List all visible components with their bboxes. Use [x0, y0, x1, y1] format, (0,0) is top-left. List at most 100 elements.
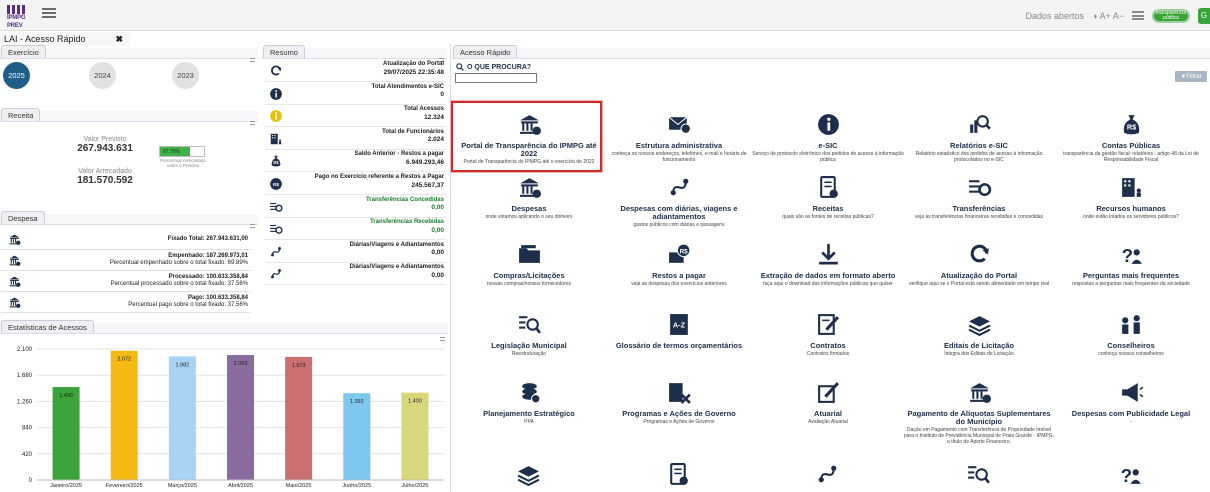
quick-access-card[interactable]: Compras/Licitações nossas compras/nossos … [453, 242, 605, 287]
dados-abertos-link[interactable]: Dados abertos [1025, 11, 1084, 21]
resumo-row: Atualização do Portal 29/07/2025 22:35:48 [265, 59, 446, 82]
quick-access-card[interactable]: Programas e Ações de Governo Programas e … [603, 380, 755, 425]
calc-icon [817, 382, 839, 403]
partial-card-icon[interactable] [666, 462, 691, 492]
quick-access-card[interactable]: Transferências veja as transferências fin… [903, 175, 1055, 220]
search-input[interactable] [455, 73, 537, 83]
partial-card-icon[interactable] [815, 462, 840, 492]
resumo-value: 6.949.293,46 [406, 158, 444, 166]
partial-card-icon[interactable] [516, 462, 541, 492]
despesa-row: Pago: 100.633.358,84 Percentual pago sobr… [1, 292, 251, 313]
card-subtitle: nossas compras/nossos fornecedores [486, 281, 572, 287]
card-subtitle: Relatório estatístico dos pedidos de ace… [915, 151, 1043, 163]
panel-menu-icon[interactable] [440, 337, 445, 341]
quick-access-card[interactable]: Legislação Municipal Reestruturação [453, 312, 605, 357]
resumo-value: 0,00 [431, 226, 444, 234]
card-title: Pagamento de Alíquotas Suplementares do … [907, 409, 1051, 426]
bar-value-label: 2.003 [234, 361, 248, 367]
panel-menu-icon[interactable] [250, 224, 255, 228]
route-icon [670, 178, 688, 196]
card-title: Glossário de termos orçamentários [615, 341, 743, 350]
panel-menu-icon[interactable] [250, 121, 255, 125]
card-title: Extração de dados em formato aberto [760, 271, 896, 280]
mail-icon [668, 116, 691, 134]
search-list-icon [518, 316, 541, 334]
bank-icon [519, 178, 541, 198]
quick-access-card[interactable]: Pagamento de Alíquotas Suplementares do … [903, 380, 1055, 445]
doc-icon [819, 176, 838, 198]
quick-access-card[interactable]: Despesas onde estamos aplicando o seu din… [453, 175, 605, 220]
resumo-value: 0,00 [431, 249, 444, 257]
quick-access-card[interactable]: A-Z Glossário de termos orçamentários [603, 312, 755, 351]
x-tick-label: Julho/2025 [401, 483, 428, 489]
quick-access-card[interactable]: Editais de Licitação Íntegra dos Editais … [903, 312, 1055, 357]
despesa-row-text: Empenhado: 187.269.973,01 Percentual empe… [109, 253, 248, 266]
quick-access-card[interactable]: Despesas com diárias, viagens e adiantam… [603, 175, 755, 228]
partial-card-icon[interactable]: ? [1118, 462, 1143, 492]
badge-partial[interactable]: G [1198, 7, 1210, 24]
coins-icon [521, 383, 540, 404]
filter-button[interactable]: ▼Filtrar [1175, 71, 1207, 82]
partial-card-icon[interactable] [966, 462, 991, 492]
card-subtitle: quais são as fontes de receitas públicas… [782, 214, 874, 220]
card-subtitle: transparência da gestão fiscal: relatóri… [1063, 151, 1199, 163]
year-2024-button[interactable]: 2024 [89, 62, 116, 89]
transparency-badge[interactable]: transparência pública [1152, 8, 1190, 23]
card-subtitle: respostas a perguntas mais frequentes da… [1072, 281, 1190, 287]
menu-icon[interactable] [42, 8, 56, 18]
logo[interactable]: IPMPG PREV [7, 5, 29, 29]
people-icon [1121, 315, 1140, 334]
resumo-value: 245.567,37 [411, 181, 444, 189]
menu-lines-icon[interactable] [1132, 11, 1144, 20]
acesso-rapido-tab[interactable]: Acesso Rápido [453, 45, 518, 58]
quick-access-card[interactable]: Relatórios e-SIC Relatório estatístico do… [903, 112, 1055, 163]
valor-arrecadado-label: Valor Arrecadado [78, 168, 132, 175]
despesa-tab[interactable]: Despesa [1, 211, 45, 224]
resumo-tab[interactable]: Resumo [263, 45, 305, 58]
card-title: e-SIC [818, 141, 838, 150]
despesa-row: Processado: 100.633.358,84 Percentual pro… [1, 271, 251, 292]
card-subtitle: Reestruturação [511, 351, 547, 357]
card-subtitle: PPA [524, 419, 534, 425]
card-subtitle: faça aqui o download das informações púb… [763, 281, 893, 287]
money-icon: R$ [668, 243, 690, 263]
quick-access-card[interactable]: Estrutura administrativa conheça os nosso… [603, 112, 755, 163]
quick-access-card[interactable]: Planejamento Estratégico PPA [453, 380, 605, 425]
x-tick-label: Junho/2025 [342, 483, 371, 489]
quick-access-card[interactable]: R$ Restos a pagar veja as despesas dos exe… [603, 242, 755, 287]
quick-access-card[interactable]: Extração de dados em formato aberto faça … [752, 242, 904, 287]
svg-text:A-Z: A-Z [672, 321, 685, 330]
quick-access-card[interactable]: Conselheiros conheça nossos conselheiros [1055, 312, 1207, 357]
close-icon[interactable]: ✖ [116, 34, 124, 45]
quick-access-card[interactable]: ? Perguntas mais frequentes respostas a pe… [1055, 242, 1207, 287]
quick-access-card[interactable]: Atualização do Portal verifique aqui se o… [903, 242, 1055, 287]
quick-access-card[interactable]: Contratos Contratos firmados [752, 312, 904, 357]
bar [52, 387, 80, 480]
year-2025-button[interactable]: 2025 [3, 62, 30, 89]
bar [285, 356, 313, 480]
x-tick-label: Fevereiro/2025 [106, 483, 143, 489]
card-title: Atuarial [814, 409, 842, 418]
year-2023-button[interactable]: 2023 [172, 62, 199, 89]
estatisticas-tab[interactable]: Estatísticas de Acessos [1, 320, 94, 333]
exercicio-tab[interactable]: Exercício [1, 45, 46, 58]
tab-lai[interactable]: LAI - Acesso Rápido ✖ [0, 32, 130, 46]
resumo-row: Transferências Recebidas 0,00 [265, 217, 446, 241]
card-subtitle: onde estão lotados os servidores público… [1083, 214, 1179, 220]
accessibility-controls[interactable]: ◑ A+ A− [1092, 11, 1124, 21]
panel-menu-icon[interactable] [250, 58, 255, 62]
x-tick-label: Abril/2025 [228, 483, 253, 489]
doc-icon [670, 463, 688, 485]
quick-access-card[interactable]: Atuarial Avaliação Atuarial [752, 380, 904, 425]
access-bar-chart: 0 420 840 1.260 1.680 2.100 1.490 Janeiro/2025 2… [17, 347, 444, 489]
quick-access-card[interactable]: e-SIC Serviço de protocolo eletrônico dos… [752, 112, 904, 163]
card-title: Contratos [810, 341, 846, 350]
receita-tab[interactable]: Receita [1, 108, 41, 121]
quick-access-card[interactable]: Receitas quais são as fontes de receitas … [752, 175, 904, 220]
resumo-value: 12.324 [424, 113, 444, 121]
quick-access-card[interactable]: Recursos humanos onde estão lotados os se… [1055, 175, 1207, 220]
card-subtitle: Avaliação Atuarial [808, 419, 848, 425]
bar [227, 355, 254, 480]
quick-access-card[interactable]: R$ Contas Públicas transparência da gestão… [1055, 112, 1207, 163]
quick-access-card[interactable]: Despesas com Publicidade Legal - [1055, 380, 1207, 425]
